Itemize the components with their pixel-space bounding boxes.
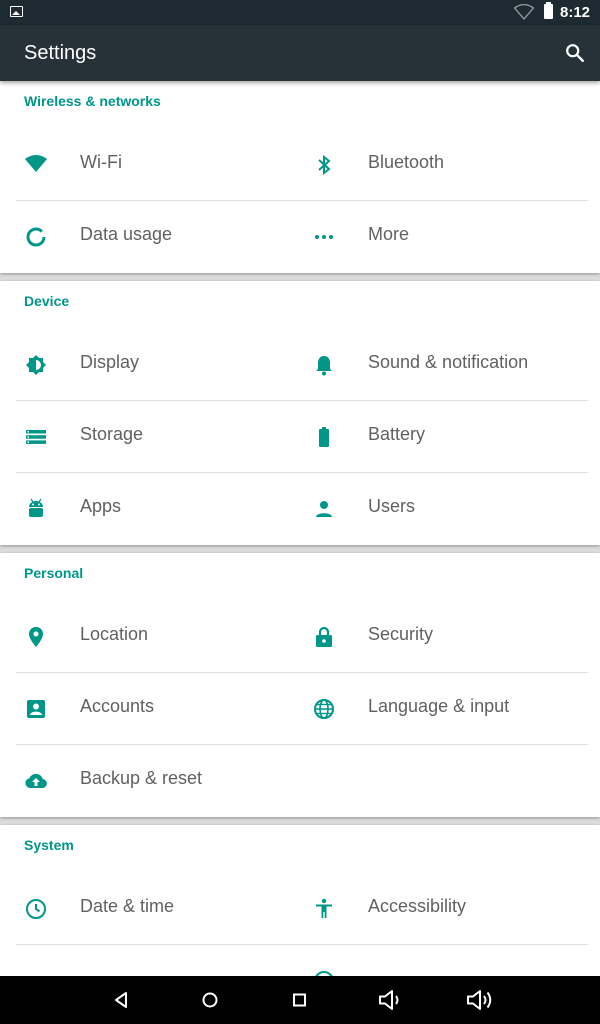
info-icon <box>315 971 333 976</box>
bell-icon <box>316 356 332 376</box>
setting-backup[interactable]: Backup & reset <box>0 745 288 816</box>
setting-label: Sound & notification <box>368 352 529 372</box>
setting-security[interactable]: Security <box>288 601 576 672</box>
setting-accessibility[interactable]: Accessibility <box>288 873 576 944</box>
settings-row: Date & time Accessibility <box>0 873 600 945</box>
setting-sound[interactable]: Sound & notification <box>288 329 576 400</box>
setting-label: Data usage <box>80 224 173 244</box>
display-icon <box>26 355 46 375</box>
accessibility-icon <box>316 898 332 918</box>
data-usage-icon <box>26 227 46 247</box>
setting-battery[interactable]: Battery <box>288 401 576 472</box>
location-icon <box>29 627 43 647</box>
section-title: Device <box>24 293 70 309</box>
section-title: Wireless & networks <box>24 93 161 109</box>
image-notification-icon <box>10 6 23 17</box>
setting-label: Accessibility <box>368 896 467 916</box>
status-bar: 8:12 <box>0 0 600 25</box>
storage-icon <box>26 430 46 444</box>
setting-label: More <box>368 224 410 244</box>
section-wireless: Wireless & networks Wi-Fi Bluetooth Data… <box>0 81 600 273</box>
setting-display[interactable]: Display <box>0 329 288 400</box>
settings-row: Storage Battery <box>0 401 600 473</box>
setting-data-usage[interactable]: Data usage <box>0 201 288 272</box>
setting-location[interactable]: Location <box>0 601 288 672</box>
battery-icon <box>319 427 329 447</box>
clock-icon <box>26 899 46 919</box>
search-icon[interactable] <box>564 42 586 64</box>
globe-icon <box>314 699 334 719</box>
setting-label: Apps <box>80 496 122 516</box>
setting-users[interactable]: Users <box>288 473 576 544</box>
section-system: System Date & time Accessibility <box>0 825 600 976</box>
section-personal: Personal Location Security Accounts Lang… <box>0 553 600 817</box>
settings-list[interactable]: Wireless & networks Wi-Fi Bluetooth Data… <box>0 81 600 976</box>
account-icon <box>27 700 45 718</box>
settings-row: Apps Users <box>0 473 600 545</box>
cloud-upload-icon <box>25 773 47 789</box>
clock: 8:12 <box>560 4 591 21</box>
setting-more[interactable]: More <box>288 201 576 272</box>
setting-label: Display <box>80 352 140 372</box>
setting-apps[interactable]: Apps <box>0 473 288 544</box>
setting-wifi[interactable]: Wi-Fi <box>0 129 288 200</box>
user-icon <box>316 501 332 517</box>
printing-icon <box>24 969 48 976</box>
setting-storage[interactable]: Storage <box>0 401 288 472</box>
volume-down-icon[interactable] <box>377 988 405 1012</box>
settings-row: Wi-Fi Bluetooth <box>0 129 600 201</box>
android-icon <box>29 498 43 517</box>
home-icon[interactable] <box>199 988 221 1012</box>
bluetooth-icon <box>318 154 331 176</box>
page-title: Settings <box>24 42 97 64</box>
setting-label: Date & time <box>80 896 175 916</box>
setting-accounts[interactable]: Accounts <box>0 673 288 744</box>
setting-label: Location <box>80 624 149 644</box>
app-bar: Settings <box>0 25 600 81</box>
back-icon[interactable] <box>111 988 131 1012</box>
setting-partial[interactable] <box>0 945 288 976</box>
volume-up-icon[interactable] <box>465 988 495 1012</box>
setting-label: Security <box>368 624 434 644</box>
settings-row: Location Security <box>0 601 600 673</box>
recents-icon[interactable] <box>289 988 311 1012</box>
setting-label: Bluetooth <box>368 152 445 172</box>
more-icon <box>315 235 333 239</box>
section-device: Device Display Sound & notification Stor… <box>0 281 600 545</box>
setting-language[interactable]: Language & input <box>288 673 576 744</box>
settings-row: Backup & reset <box>0 745 600 817</box>
setting-label: Language & input <box>368 696 510 716</box>
lock-icon <box>316 626 332 647</box>
wifi-icon <box>25 155 47 172</box>
setting-label: Accounts <box>80 696 155 716</box>
wifi-status-icon <box>514 4 534 20</box>
setting-label: Backup & reset <box>80 768 203 788</box>
setting-label: Battery <box>368 424 426 444</box>
settings-row: Data usage More <box>0 201 600 273</box>
setting-label: Users <box>368 496 416 516</box>
setting-bluetooth[interactable]: Bluetooth <box>288 129 576 200</box>
section-title: Personal <box>24 565 84 581</box>
settings-row <box>0 945 600 976</box>
setting-label: Wi-Fi <box>80 152 122 172</box>
settings-row: Display Sound & notification <box>0 329 600 401</box>
setting-label: Storage <box>80 424 144 444</box>
settings-row: Accounts Language & input <box>0 673 600 745</box>
battery-status-icon <box>544 2 553 19</box>
navigation-bar <box>0 976 600 1024</box>
section-title: System <box>24 837 74 853</box>
setting-date-time[interactable]: Date & time <box>0 873 288 944</box>
setting-partial[interactable] <box>288 945 576 976</box>
